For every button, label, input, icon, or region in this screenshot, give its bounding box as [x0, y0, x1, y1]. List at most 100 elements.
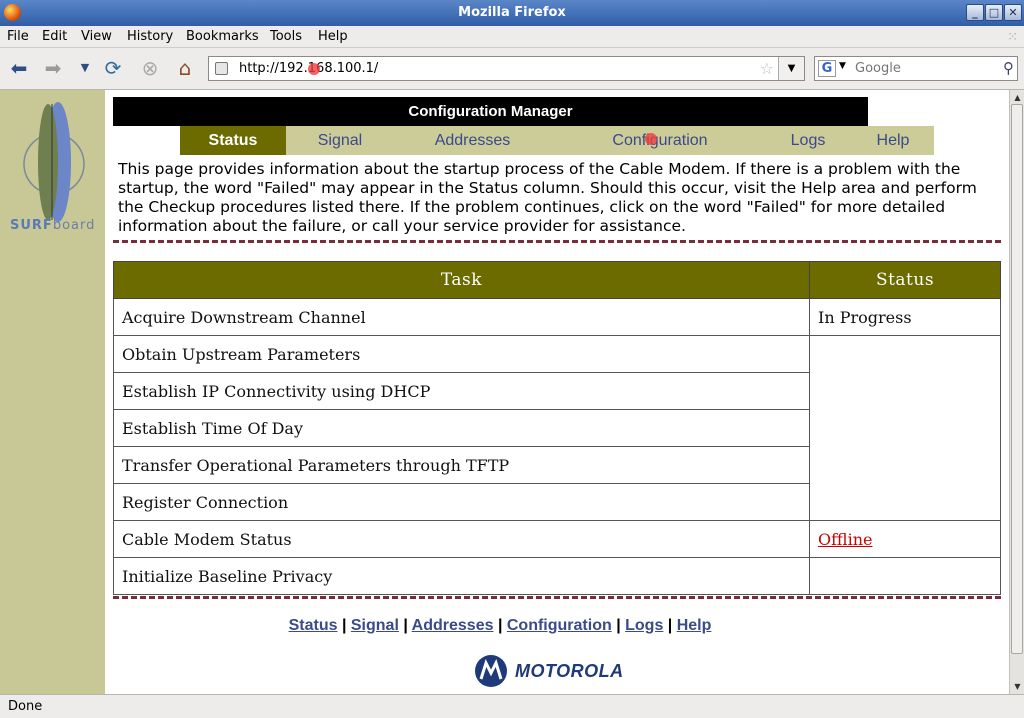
chevron-down-icon: ▼ [787, 63, 796, 74]
menu-bookmarks[interactable]: Bookmarks [186, 29, 259, 44]
intro-paragraph: This page provides information about the… [118, 160, 977, 235]
bookmark-star-icon[interactable]: ☆ [760, 59, 774, 78]
tab-status[interactable]: Status [180, 126, 286, 155]
task-cell: Register Connection [113, 483, 810, 521]
footer-link-help[interactable]: Help [677, 617, 712, 634]
table-row: Initialize Baseline Privacy [113, 557, 1001, 595]
surfboard-sidebar: SURFboard [0, 90, 105, 694]
home-button[interactable]: ⌂ [172, 56, 198, 82]
footer-link-logs[interactable]: Logs [625, 617, 663, 634]
menu-tools[interactable]: Tools [270, 29, 302, 44]
search-input[interactable] [855, 60, 995, 77]
footer-link-signal[interactable]: Signal [351, 617, 399, 634]
toolbar-grip-icon: ⁙ [1007, 30, 1018, 45]
scroll-up-icon[interactable]: ▲ [1012, 92, 1023, 103]
motorola-batwing-icon [475, 655, 507, 687]
status-cell [809, 409, 1001, 447]
tab-help[interactable]: Help [860, 126, 926, 155]
site-identity-icon[interactable] [215, 62, 228, 75]
task-cell: Cable Modem Status [113, 520, 810, 558]
task-cell: Establish IP Connectivity using DHCP [113, 372, 810, 410]
task-cell: Initialize Baseline Privacy [113, 557, 810, 595]
table-row: Obtain Upstream Parameters [113, 335, 1001, 373]
task-cell: Transfer Operational Parameters through … [113, 446, 810, 484]
surfboard-logo-icon [23, 102, 85, 222]
footer-link-status[interactable]: Status [289, 617, 338, 634]
tab-signal[interactable]: Signal [295, 126, 385, 155]
scrollbar-thumb[interactable] [1011, 104, 1023, 654]
maximize-button[interactable]: □ [985, 4, 1003, 21]
engine-dropdown-icon[interactable]: ▼ [839, 61, 846, 71]
search-box[interactable]: G ▼ ⚲ [814, 56, 1018, 81]
status-cell [809, 335, 1001, 373]
tab-configuration[interactable]: Configuration [590, 126, 730, 155]
tab-addresses[interactable]: Addresses [410, 126, 535, 155]
minimize-button[interactable]: _ [966, 4, 984, 21]
back-button[interactable]: ⬅ [6, 56, 32, 82]
history-dropdown-button[interactable]: ▼ [72, 56, 98, 82]
page-content: Configuration Manager Status Signal Addr… [105, 90, 1009, 694]
table-row: Establish IP Connectivity using DHCP [113, 372, 1001, 410]
reload-button[interactable]: ⟳ [100, 56, 126, 82]
url-dropdown-button[interactable]: ▼ [778, 57, 804, 80]
menu-bar: File Edit View History Bookmarks Tools H… [0, 26, 1024, 48]
stop-button[interactable]: ⊗ [137, 56, 163, 82]
status-cell [809, 557, 1001, 595]
forward-arrow-icon: ➡ [44, 56, 62, 80]
task-cell: Acquire Downstream Channel [113, 298, 810, 336]
window-title: Mozilla Firefox [458, 5, 566, 20]
search-icon[interactable]: ⚲ [1003, 59, 1014, 77]
footer-link-configuration[interactable]: Configuration [507, 617, 612, 634]
surfboard-wordmark: SURFboard [10, 218, 95, 233]
status-cell [809, 372, 1001, 410]
menu-edit[interactable]: Edit [42, 29, 67, 44]
logo-suffix: board [52, 218, 96, 233]
footer-nav: Status | Signal | Addresses | Configurat… [288, 617, 712, 634]
tab-bar: Status Signal Addresses Configuration Lo… [180, 126, 934, 155]
header-task: Task [113, 261, 810, 299]
tab-logs[interactable]: Logs [770, 126, 846, 155]
search-engine-icon[interactable]: G [818, 60, 836, 77]
startup-status-table: Task Status Acquire Downstream Channel I… [113, 261, 1001, 595]
menu-file[interactable]: File [7, 29, 29, 44]
menu-view[interactable]: View [81, 29, 112, 44]
address-bar[interactable]: http://192.168.100.1/ ☆ ▼ [208, 56, 805, 81]
status-cell [809, 446, 1001, 484]
status-text: Done [8, 699, 43, 714]
scroll-down-icon[interactable]: ▼ [1012, 681, 1023, 692]
status-cell [809, 483, 1001, 521]
header-status: Status [809, 261, 1001, 299]
window-titlebar: Mozilla Firefox _ □ ✕ [0, 0, 1024, 26]
status-cell: Offline [809, 520, 1001, 558]
table-row: Establish Time Of Day [113, 409, 1001, 447]
table-row: Register Connection [113, 483, 1001, 521]
status-cell: In Progress [809, 298, 1001, 336]
footer-link-addresses[interactable]: Addresses [412, 617, 494, 634]
table-header-row: Task Status [113, 261, 1001, 299]
click-marker [645, 133, 657, 145]
divider-bottom [113, 596, 1001, 599]
motorola-wordmark: MOTOROLA [515, 661, 624, 681]
vertical-scrollbar[interactable]: ▲ ▼ [1009, 90, 1024, 694]
menu-history[interactable]: History [127, 29, 173, 44]
divider-top [113, 240, 1001, 243]
forward-button[interactable]: ➡ [40, 56, 66, 82]
task-cell: Obtain Upstream Parameters [113, 335, 810, 373]
back-arrow-icon: ⬅ [10, 56, 28, 80]
click-marker [308, 63, 320, 75]
page-title: Configuration Manager [113, 97, 868, 126]
surfboard-logo [8, 96, 100, 236]
reload-icon: ⟳ [104, 56, 122, 80]
task-cell: Establish Time Of Day [113, 409, 810, 447]
offline-link[interactable]: Offline [818, 530, 873, 549]
status-bar: Done [0, 694, 1024, 718]
close-button[interactable]: ✕ [1004, 4, 1022, 21]
table-row: Acquire Downstream Channel In Progress [113, 298, 1001, 336]
chevron-down-icon: ▼ [80, 61, 90, 74]
motorola-logo: MOTOROLA [475, 655, 655, 689]
stop-icon: ⊗ [141, 56, 159, 80]
navigation-toolbar: ⬅ ➡ ▼ ⟳ ⊗ ⌂ http://192.168.100.1/ ☆ ▼ G … [0, 48, 1024, 90]
table-row: Transfer Operational Parameters through … [113, 446, 1001, 484]
logo-prefix: SURF [10, 218, 53, 233]
menu-help[interactable]: Help [318, 29, 348, 44]
